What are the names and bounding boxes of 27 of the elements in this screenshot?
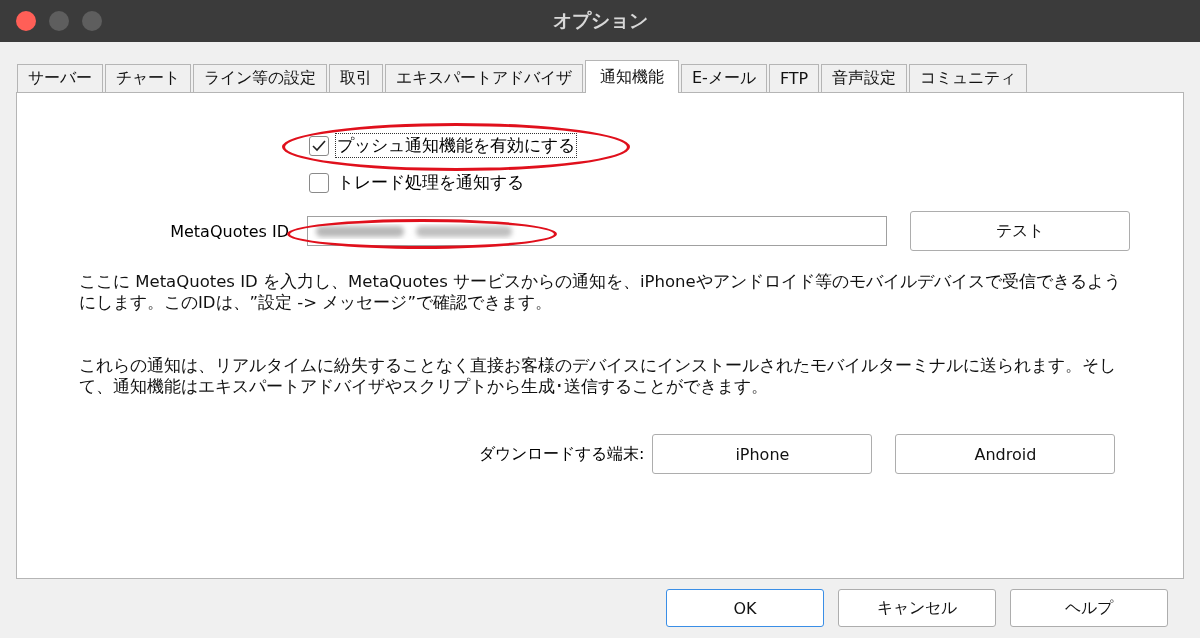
download-label: ダウンロードする端末: [479, 443, 645, 465]
download-button[interactable]: Android [895, 434, 1116, 474]
checkbox-label[interactable]: プッシュ通知機能を有効にする [335, 133, 577, 158]
tab[interactable]: サーバー [17, 64, 103, 92]
checkbox[interactable] [309, 135, 329, 156]
dialog-button[interactable]: OK [666, 589, 824, 627]
description-text: ここに MetaQuotes ID を入力し、MetaQuotes サービスからの通知を、iPhoneやアンドロイド等のモバイルデバイスで受信できるようにします。このIDは、”設定 -> メッセージ”で確認できます。 [79, 271, 1122, 313]
tab[interactable]: E-メール [681, 64, 767, 92]
test-button[interactable]: テスト [910, 211, 1130, 251]
download-button[interactable]: iPhone [652, 434, 873, 474]
tab[interactable]: FTP [768, 64, 820, 92]
tab[interactable]: 音声設定 [821, 64, 908, 92]
window-title: オプション [552, 9, 648, 31]
checkbox[interactable] [309, 172, 329, 193]
tab[interactable]: チャート [105, 64, 191, 92]
description-text: これらの通知は、リアルタイムに紛失することなく直接お客様のデバイスにインストールされたモバイルターミナルに送られます。そして、通知機能はエキスパートアドバイザやスクリプトから生成･送信することができます。 [79, 355, 1117, 397]
tab[interactable]: コミュニティ [909, 64, 1028, 92]
close-button[interactable] [16, 11, 36, 31]
checkbox-label[interactable]: トレード処理を通知する [335, 170, 526, 195]
tab[interactable]: ライン等の設定 [193, 64, 327, 92]
id-input-field[interactable] [307, 216, 887, 246]
tab[interactable]: 取引 [329, 64, 383, 92]
tab[interactable]: 通知機能 [585, 60, 679, 93]
dialog-button[interactable]: キャンセル [838, 589, 996, 627]
field-label: MetaQuotes ID [169, 221, 290, 241]
tab[interactable]: エキスパートアドバイザ [385, 64, 583, 92]
dialog-button[interactable]: ヘルプ [1010, 589, 1168, 627]
